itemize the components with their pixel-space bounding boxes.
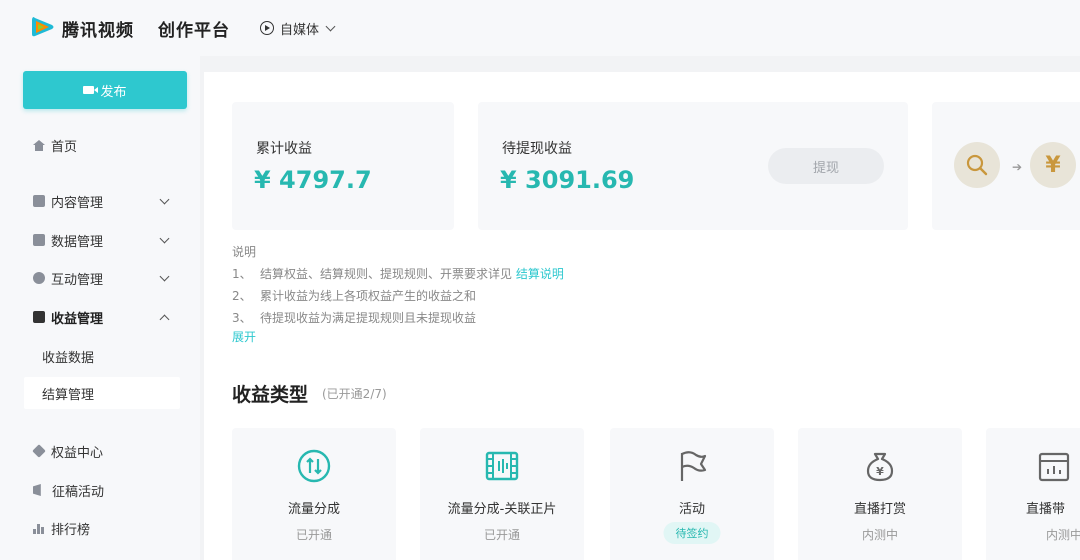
revenue-type-status: 内测中 (861, 528, 898, 542)
sidebar-item-content[interactable]: 内容管理 (24, 185, 180, 217)
note-item: 1、 结算权益、结算规则、提现规则、开票要求详见 结算说明 (232, 263, 564, 285)
total-earnings-value: ¥ 4797.7 (254, 166, 372, 194)
sidebar-item-label: 数据管理 (51, 234, 104, 250)
sidebar-item-revenue[interactable]: 收益管理 (24, 301, 180, 333)
video-camera-icon (83, 86, 99, 94)
svg-text:¥: ¥ (876, 465, 884, 478)
media-type-label: 自媒体 (280, 22, 320, 38)
revenue-type-card-live-commerce[interactable]: 直播带 内测中 (986, 428, 1080, 560)
coin-bag-icon (954, 142, 1000, 188)
revenue-icon (33, 311, 45, 323)
sidebar-item-ranking[interactable]: 排行榜 (24, 512, 180, 544)
chevron-up-icon (159, 314, 170, 325)
sidebar-item-label: 互动管理 (51, 272, 104, 288)
chevron-down-icon (159, 233, 170, 244)
sidebar-item-label: 权益中心 (51, 445, 104, 461)
settlement-info-link[interactable]: 结算说明 (516, 267, 564, 281)
film-strip-icon (485, 451, 519, 481)
diamond-icon (32, 444, 46, 458)
note-item: 3、 待提现收益为满足提现规则且未提现收益 (232, 307, 564, 329)
top-bar: 腾讯视频 创作平台 自媒体 (0, 0, 1080, 56)
play-circle-icon (260, 21, 274, 35)
revenue-type-name: 流量分成 (287, 502, 340, 517)
data-icon (33, 234, 45, 246)
chevron-down-icon (159, 271, 170, 282)
chat-icon (33, 272, 45, 284)
revenue-types-title: 收益类型 (232, 384, 309, 406)
pending-earnings-value: ¥ 3091.69 (500, 166, 635, 194)
sidebar-item-interaction[interactable]: 互动管理 (24, 262, 180, 294)
arrow-right-icon: ➔ (1012, 160, 1023, 174)
revenue-type-name: 直播带 (1026, 502, 1066, 517)
sidebar-item-data[interactable]: 数据管理 (24, 224, 180, 256)
publish-label: 发布 (100, 84, 127, 100)
notes-title: 说明 (232, 245, 257, 259)
note-text: 待提现收益为满足提现规则且未提现收益 (260, 311, 477, 325)
revenue-type-card-traffic-share[interactable]: 流量分成 已开通 (232, 428, 396, 560)
revenue-type-name: 直播打赏 (853, 502, 906, 517)
megaphone-icon (33, 484, 41, 496)
sidebar-item-label: 首页 (51, 139, 78, 155)
revenue-type-status: 已开通 (295, 528, 332, 542)
expand-link[interactable]: 展开 (232, 328, 256, 345)
sidebar-item-label: 结算管理 (42, 387, 95, 403)
sidebar-item-label: 排行榜 (51, 522, 91, 538)
withdraw-button[interactable]: 提现 (768, 148, 884, 184)
sidebar-item-revenue-data[interactable]: 收益数据 (24, 340, 180, 372)
pending-sign-badge[interactable]: 待签约 (663, 522, 721, 544)
revenue-types-count: (已开通2/7) (322, 387, 387, 401)
traffic-share-icon (297, 449, 331, 483)
revenue-type-card-activity[interactable]: 活动 待签约 (610, 428, 774, 560)
tencent-video-logo-icon[interactable] (30, 14, 56, 40)
pending-earnings-label: 待提现收益 (502, 141, 572, 157)
note-text: 累计收益为线上各项权益产生的收益之和 (260, 289, 477, 303)
flag-icon (680, 451, 707, 481)
sidebar-item-label: 征稿活动 (52, 484, 105, 500)
sidebar-item-label: 收益管理 (51, 311, 104, 327)
money-bag-icon: ¥ (866, 452, 894, 482)
revenue-type-status: 内测中 (1046, 528, 1080, 542)
yuan-icon: ¥ (1030, 142, 1076, 188)
revenue-type-status: 已开通 (483, 528, 520, 542)
bar-chart-icon (33, 522, 45, 534)
note-number: 3、 (232, 311, 252, 325)
note-number: 2、 (232, 289, 252, 303)
sidebar-item-label: 内容管理 (51, 195, 104, 211)
revenue-type-card-traffic-linked[interactable]: 流量分成-关联正片 已开通 (420, 428, 584, 560)
home-icon (33, 139, 45, 151)
revenue-type-name: 活动 (678, 502, 705, 517)
revenue-type-card-live-tips[interactable]: ¥ 直播打赏 内测中 (798, 428, 962, 560)
revenue-type-name: 流量分成-关联正片 (447, 502, 557, 517)
content-icon (33, 195, 45, 207)
total-earnings-label: 累计收益 (256, 141, 312, 157)
total-earnings-card: 累计收益 ¥ 4797.7 (232, 102, 454, 230)
sidebar-item-campaigns[interactable]: 征稿活动 (24, 474, 180, 506)
yuan-symbol: ¥ (1045, 152, 1061, 178)
sidebar-item-settlement[interactable]: 结算管理 (24, 377, 180, 409)
notes-section: 说明 1、 结算权益、结算规则、提现规则、开票要求详见 结算说明 2、 累计收益为线… (232, 241, 564, 329)
note-number: 1、 (232, 267, 252, 281)
media-type-dropdown[interactable]: 自媒体 (260, 17, 336, 39)
note-item: 2、 累计收益为线上各项权益产生的收益之和 (232, 285, 564, 307)
sidebar-item-benefits[interactable]: 权益中心 (24, 435, 180, 467)
publish-button[interactable]: 发布 (23, 71, 187, 109)
brand-name[interactable]: 腾讯视频 (62, 16, 134, 41)
chevron-down-icon (325, 21, 336, 31)
platform-name: 创作平台 (158, 21, 230, 41)
storefront-icon (1038, 452, 1070, 482)
sidebar-item-home[interactable]: 首页 (24, 129, 180, 161)
chevron-down-icon (159, 194, 170, 205)
note-text: 结算权益、结算规则、提现规则、开票要求详见 (260, 267, 513, 281)
sidebar-item-label: 收益数据 (42, 350, 95, 366)
